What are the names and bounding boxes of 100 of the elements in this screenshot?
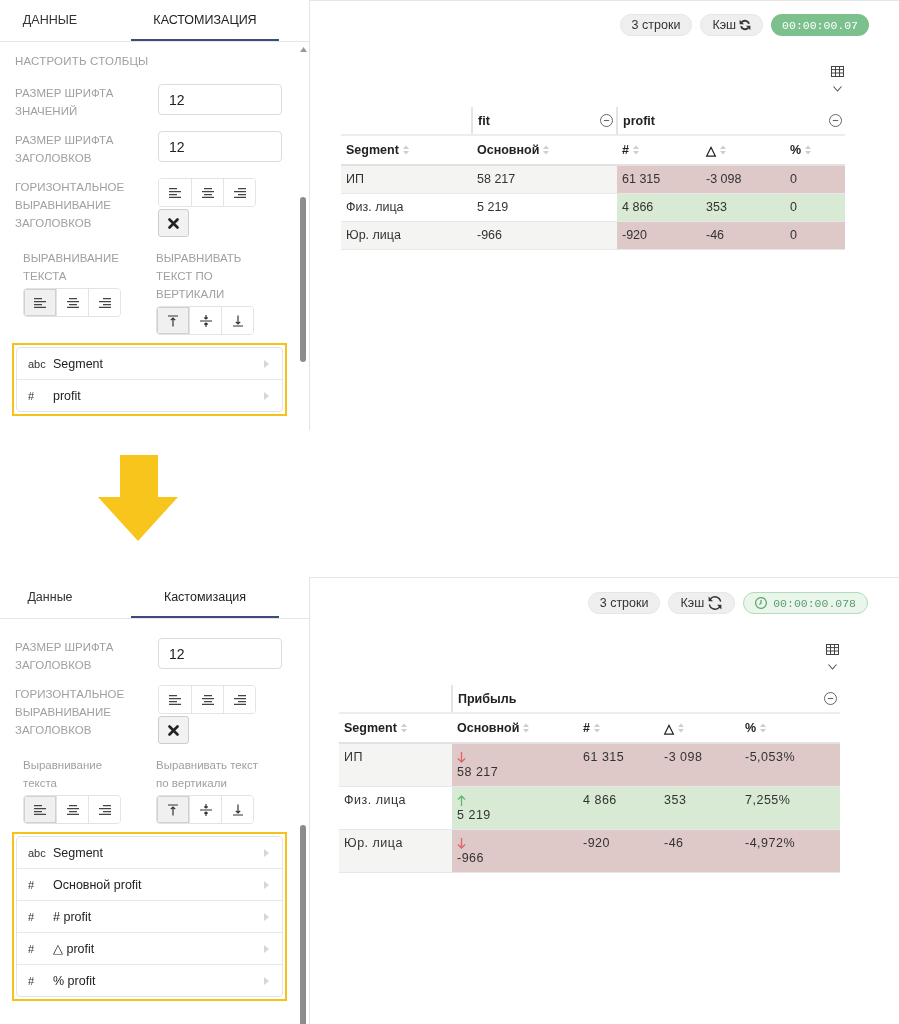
align-left-icon [34, 804, 46, 815]
cell-value: 5 219 [457, 808, 492, 823]
table-cell: 4 866 [617, 193, 701, 222]
column-item[interactable]: # profit [17, 379, 282, 411]
align-left-icon [34, 297, 46, 308]
align-button[interactable] [223, 686, 255, 713]
caret-right-icon [264, 880, 269, 889]
column-name: profit [53, 388, 81, 403]
column-header[interactable]: Segment [344, 721, 407, 735]
number-field[interactable]: 12 [158, 638, 282, 669]
collapse-icon[interactable] [824, 692, 837, 705]
align-bottom-icon [231, 803, 244, 816]
table-cell: 7,255% [740, 786, 840, 830]
cell-value: 58 217 [457, 765, 500, 780]
cell-value: -966 [457, 851, 486, 866]
table-cell: 61 315 [617, 165, 701, 194]
column-header[interactable]: △ [706, 142, 726, 158]
table-cell: -3 098 [701, 165, 785, 194]
refresh-icon [707, 595, 724, 611]
align-middle-icon [199, 803, 212, 816]
scroll-up-icon[interactable] [299, 47, 307, 52]
column-header[interactable]: Основной [457, 721, 530, 735]
caret-right-icon [264, 912, 269, 921]
tab[interactable]: Кастомизация [131, 577, 279, 618]
type-label: # [28, 878, 36, 891]
tab[interactable]: ДАННЫЕ [0, 0, 100, 41]
chevron-down-icon[interactable] [828, 664, 837, 670]
column-item[interactable]: # # profit [17, 900, 282, 932]
table-cell: -46 [659, 829, 740, 873]
caret-right-icon [264, 359, 269, 368]
collapse-icon[interactable] [829, 114, 843, 127]
column-item[interactable]: abc Segment [17, 837, 282, 868]
table-cell: 0 [785, 221, 846, 250]
setting-label: ГОРИЗОНТАЛЬНОЕ ВЫРАВНИВАНИЕ ЗАГОЛОВКОВ [15, 687, 126, 738]
timer-badge: 00:00:00.07 [771, 14, 869, 36]
column-header[interactable]: △ [664, 720, 684, 736]
column-name: % profit [53, 973, 96, 988]
scrollbar-thumb[interactable] [300, 825, 306, 1024]
align-center-icon [66, 804, 79, 815]
type-label: # [28, 942, 36, 955]
table-cell: 0 [785, 165, 846, 194]
setting-label: ВЫРАВНИВАТЬ ТЕКСТ ПО ВЕРТИКАЛИ [156, 251, 243, 302]
align-center-icon [201, 694, 214, 705]
setting-label: Выравнивать текст по вертикали [156, 758, 259, 791]
table-icon[interactable] [826, 644, 839, 655]
column-header[interactable]: % [790, 143, 812, 157]
column-header[interactable]: # [583, 721, 600, 735]
align-right-icon [98, 297, 111, 308]
align-button[interactable] [24, 289, 56, 316]
cache-button[interactable]: Кэш [700, 14, 764, 36]
number-field[interactable]: 12 [158, 84, 282, 115]
table-cell: 58 217 [472, 165, 617, 194]
column-name: Основной profit [53, 877, 142, 892]
align-center-icon [201, 187, 214, 198]
number-field[interactable]: 12 [158, 131, 282, 162]
column-header[interactable]: % [745, 721, 767, 735]
tab[interactable]: КАСТОМИЗАЦИЯ [131, 0, 279, 41]
clear-button[interactable] [158, 209, 189, 237]
align-button[interactable] [88, 796, 120, 823]
align-right-icon [98, 804, 111, 815]
table-icon[interactable] [831, 66, 845, 77]
timer-text: 00:00:00.078 [773, 596, 856, 610]
group-header: profit [623, 113, 655, 128]
align-button[interactable] [88, 289, 120, 316]
align-button[interactable] [223, 179, 255, 206]
collapse-icon[interactable] [600, 114, 613, 127]
setting-label: Выравнивание текста [23, 758, 104, 791]
column-header[interactable]: Segment [346, 143, 409, 157]
column-item[interactable]: abc Segment [17, 348, 282, 379]
column-item[interactable]: # Основной profit [17, 868, 282, 900]
table-cell: 353 [659, 786, 740, 830]
table-cell: 353 [701, 193, 785, 222]
setting-label: ГОРИЗОНТАЛЬНОЕ ВЫРАВНИВАНИЕ ЗАГОЛОВКОВ [15, 180, 126, 231]
caret-right-icon [264, 944, 269, 953]
column-name: Segment [53, 845, 104, 860]
column-header[interactable]: Основной [477, 143, 550, 157]
cache-button[interactable]: Кэш [668, 592, 736, 614]
column-item[interactable]: # △ profit [17, 932, 282, 964]
setting-label: РАЗМЕР ШРИФТА ЗНАЧЕНИЙ [15, 86, 115, 119]
tab[interactable]: Данные [0, 577, 100, 618]
column-item[interactable]: # % profit [17, 964, 282, 996]
table-cell: Юр. лица [339, 829, 452, 873]
align-button[interactable] [24, 796, 56, 823]
clock-icon [755, 597, 768, 609]
group-header: Прибыль [458, 691, 517, 706]
table-cell: -920 [617, 221, 701, 250]
column-header[interactable]: # [622, 143, 639, 157]
scrollbar-thumb[interactable] [300, 197, 306, 362]
table-cell: ИП [339, 743, 452, 787]
column-name: # profit [53, 909, 92, 924]
align-right-icon [233, 694, 246, 705]
table-cell: -5,053% [740, 743, 840, 787]
chevron-down-icon[interactable] [833, 86, 843, 92]
clear-button[interactable] [158, 716, 189, 744]
cross-icon [168, 217, 179, 229]
align-top-icon [167, 803, 179, 816]
table-cell: -966 [472, 221, 617, 250]
align-bottom-icon [231, 314, 244, 327]
row-count-badge: 3 строки [587, 592, 661, 614]
table-cell: -4,972% [740, 829, 840, 873]
